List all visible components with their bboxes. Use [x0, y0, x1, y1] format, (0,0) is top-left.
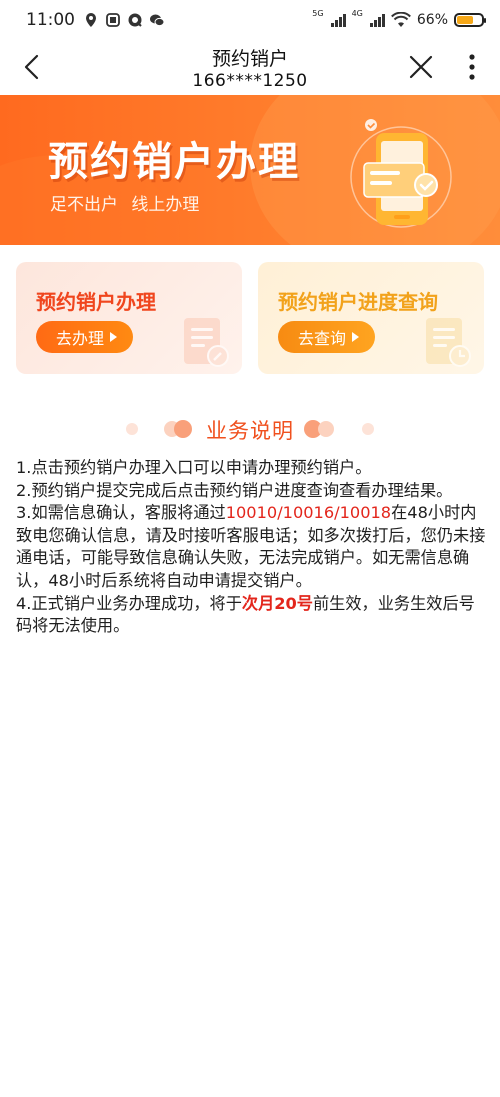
- navigation-bar: 预约销户 166****1250: [0, 40, 500, 94]
- status-bar: 11:00 5G 4G 66%: [0, 0, 500, 40]
- hero-banner: 预约销户办理 足不出户 线上办理: [0, 95, 500, 245]
- more-vertical-icon[interactable]: [462, 52, 482, 82]
- section-title: 业务说明: [206, 419, 294, 443]
- document-clock-icon: [426, 318, 471, 367]
- decor-dot: [318, 421, 334, 437]
- banner-title: 预约销户办理: [48, 139, 300, 185]
- instruction-item-3: 3.如需信息确认，客服将通过10010/10016/10018在48小时内致电您…: [16, 502, 486, 592]
- network-label-1: 5G: [312, 9, 324, 18]
- instructions: 1.点击预约销户办理入口可以申请办理预约销户。 2.预约销户提交完成后点击预约销…: [16, 457, 486, 638]
- signal-icon-2: [369, 13, 385, 27]
- card-title: 预约销户办理: [36, 290, 156, 314]
- service-numbers: 10010/10016/10018: [225, 503, 392, 523]
- instruction-text: 4.正式销户业务办理成功，将于: [16, 593, 242, 613]
- status-notification-icons: [83, 12, 165, 28]
- cancel-account-card[interactable]: 预约销户办理 去办理: [16, 262, 242, 374]
- battery-icon: [454, 13, 486, 27]
- status-system-icons: 5G 4G 66%: [312, 9, 486, 28]
- play-arrow-icon: [352, 332, 360, 342]
- close-icon[interactable]: [406, 52, 436, 82]
- play-arrow-icon: [110, 332, 118, 342]
- network-label-2: 4G: [351, 9, 363, 18]
- card-title: 预约销户进度查询: [278, 290, 438, 314]
- go-query-button[interactable]: 去查询: [278, 321, 376, 353]
- banner-subtitle: 足不出户 线上办理: [50, 195, 200, 215]
- go-handle-button[interactable]: 去办理: [36, 321, 134, 353]
- signal-icon: [330, 13, 346, 27]
- message-icon: [128, 13, 142, 27]
- section-heading: 业务说明: [0, 412, 500, 446]
- phone-illustration-icon: [350, 119, 452, 228]
- status-time: 11:00: [26, 10, 75, 30]
- sim-card-icon: [106, 13, 120, 27]
- instruction-item-1: 1.点击预约销户办理入口可以申请办理预约销户。: [16, 458, 372, 477]
- button-label: 去办理: [56, 331, 105, 348]
- progress-query-card[interactable]: 预约销户进度查询 去查询: [258, 262, 484, 374]
- instruction-item-2: 2.预约销户提交完成后点击预约销户进度查询查看办理结果。: [16, 480, 453, 500]
- battery-percent: 66%: [416, 12, 448, 28]
- decor-dot: [362, 423, 374, 435]
- wechat-icon: [150, 14, 165, 27]
- wifi-icon: [390, 12, 411, 27]
- document-edit-icon: [184, 318, 229, 367]
- instruction-item-4: 4.正式销户业务办理成功，将于次月20号前生效，业务生效后号码将无法使用。: [16, 593, 486, 638]
- button-label: 去查询: [298, 331, 347, 348]
- location-icon: [86, 13, 96, 27]
- instruction-text: 3.如需信息确认，客服将通过: [16, 503, 226, 523]
- effective-date-highlight: 次月20号: [241, 593, 313, 613]
